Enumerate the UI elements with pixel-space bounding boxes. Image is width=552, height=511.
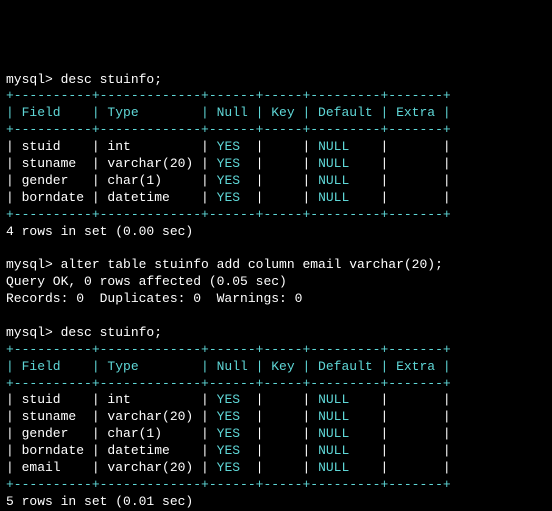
default-value: NULL [318,426,349,441]
table-cell: | | [349,426,450,441]
table-row: | stuid | int | [6,392,217,407]
null-value: YES [217,139,240,154]
default-value: NULL [318,156,349,171]
null-value: YES [217,426,240,441]
table-cell: | | [349,443,450,458]
command-alter: alter table stuinfo add column email var… [53,257,443,272]
null-value: YES [217,156,240,171]
default-value: NULL [318,392,349,407]
table-border: +----------+-------------+------+-----+-… [6,207,451,222]
table-cell: | | [349,409,450,424]
table-cell: | | [240,443,318,458]
table-row: | borndate | datetime | [6,190,217,205]
table-cell: | | [349,392,450,407]
table-cell: | | [240,409,318,424]
null-value: YES [217,460,240,475]
result-summary: 4 rows in set (0.00 sec) [6,224,193,239]
table-row: | gender | char(1) | [6,173,217,188]
default-value: NULL [318,190,349,205]
null-value: YES [217,190,240,205]
table-border: +----------+-------------+------+-----+-… [6,477,451,492]
mysql-prompt: mysql> [6,72,53,87]
table-border: +----------+-------------+------+-----+-… [6,88,451,103]
table-cell: | | [349,460,450,475]
table-cell: | | [240,190,318,205]
null-value: YES [217,173,240,188]
table-cell: | | [349,156,450,171]
default-value: NULL [318,443,349,458]
default-value: NULL [318,409,349,424]
table-cell: | | [240,173,318,188]
default-value: NULL [318,460,349,475]
table-header: | Field | Type | Null | Key | Default | … [6,105,451,120]
table-cell: | | [240,460,318,475]
table-row: | email | varchar(20) | [6,460,217,475]
command-desc-1: desc stuinfo; [53,72,162,87]
table-cell: | | [240,139,318,154]
null-value: YES [217,443,240,458]
table-border: +----------+-------------+------+-----+-… [6,376,451,391]
table-cell: | | [240,156,318,171]
table-cell: | | [349,139,450,154]
table-border: +----------+-------------+------+-----+-… [6,342,451,357]
query-ok: Query OK, 0 rows affected (0.05 sec) [6,274,287,289]
table-cell: | | [240,392,318,407]
table-row: | stuname | varchar(20) | [6,156,217,171]
null-value: YES [217,409,240,424]
table-row: | stuname | varchar(20) | [6,409,217,424]
table-row: | gender | char(1) | [6,426,217,441]
result-summary: 5 rows in set (0.01 sec) [6,494,193,509]
table-row: | borndate | datetime | [6,443,217,458]
records-info: Records: 0 Duplicates: 0 Warnings: 0 [6,291,302,306]
null-value: YES [217,392,240,407]
table-cell: | | [349,190,450,205]
command-desc-2: desc stuinfo; [53,325,162,340]
table-cell: | | [240,426,318,441]
table-row: | stuid | int | [6,139,217,154]
mysql-prompt: mysql> [6,257,53,272]
default-value: NULL [318,173,349,188]
table-header: | Field | Type | Null | Key | Default | … [6,359,451,374]
table-border: +----------+-------------+------+-----+-… [6,122,451,137]
mysql-prompt: mysql> [6,325,53,340]
default-value: NULL [318,139,349,154]
table-cell: | | [349,173,450,188]
